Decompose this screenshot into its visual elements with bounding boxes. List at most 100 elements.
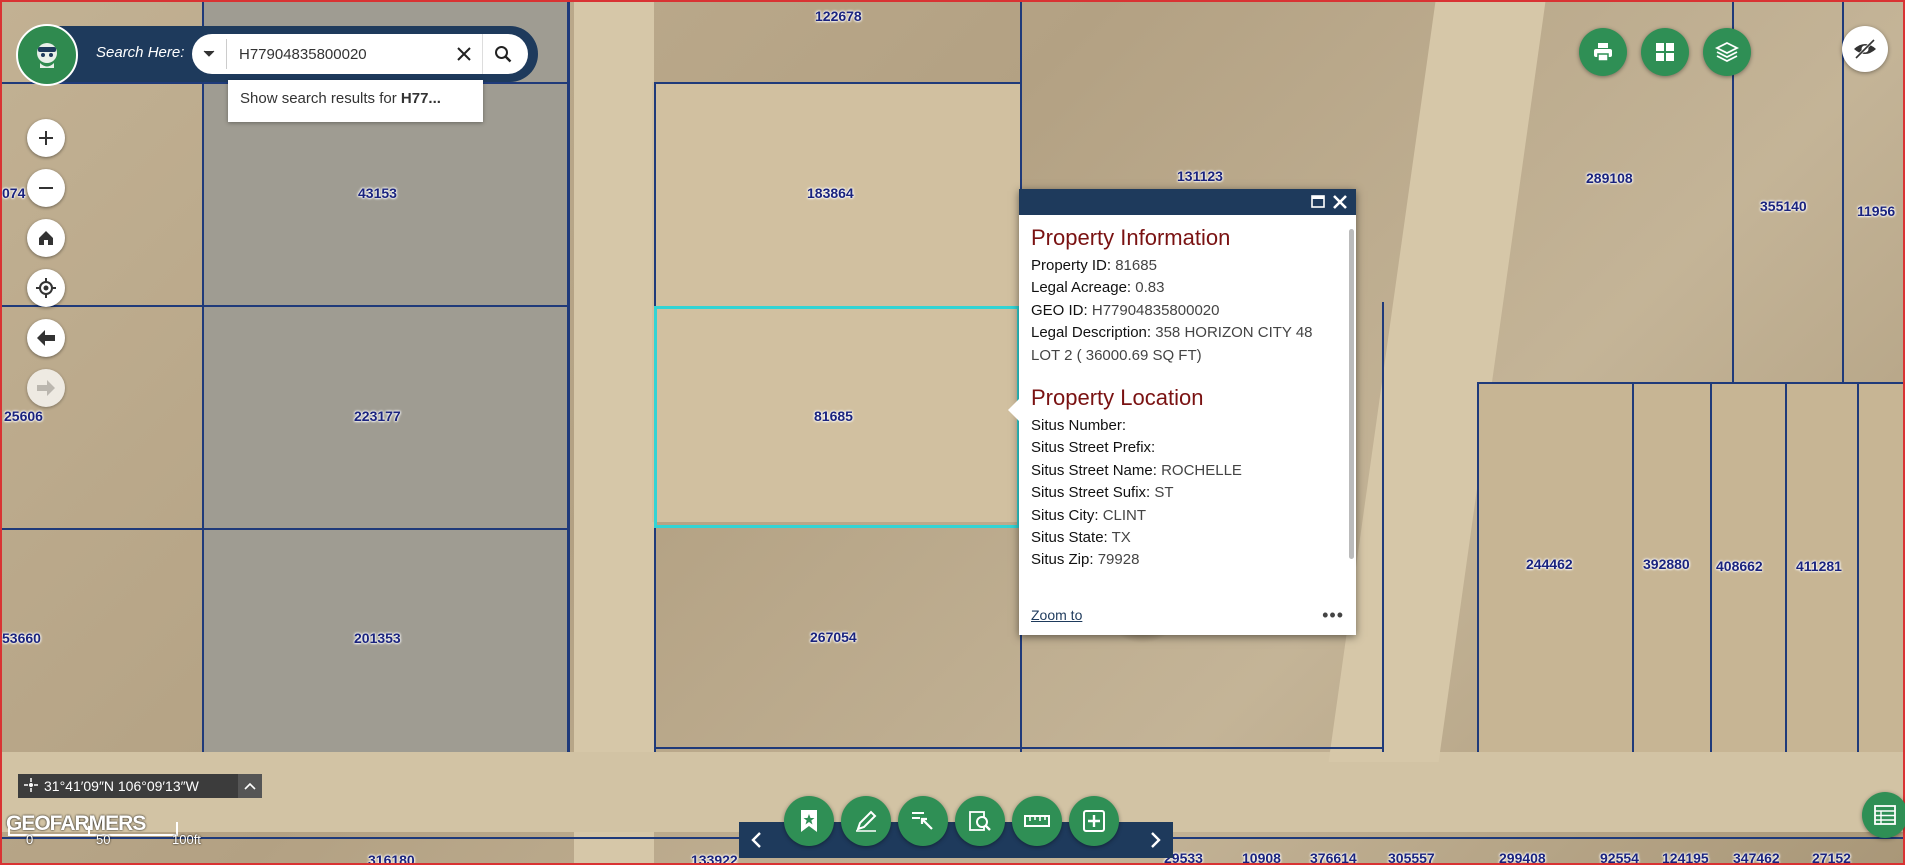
row-key: GEO ID: xyxy=(1031,301,1088,319)
parcel-boundary xyxy=(1477,382,1903,384)
parcel-label[interactable]: 355140 xyxy=(1760,198,1807,214)
parcel-boundary xyxy=(567,2,570,752)
home-icon xyxy=(39,231,53,245)
toolbar-next-button[interactable] xyxy=(1141,824,1171,856)
parcel-label[interactable]: 411281 xyxy=(1796,558,1842,574)
parcel-label[interactable]: 11956 xyxy=(1857,203,1895,219)
row-value: 0.83 xyxy=(1135,279,1165,297)
row-value: TX xyxy=(1111,529,1131,547)
toolbar-prev-button[interactable] xyxy=(741,824,771,856)
print-button[interactable] xyxy=(1579,28,1627,76)
parcel-label[interactable]: 392880 xyxy=(1643,556,1690,572)
parcel-label[interactable]: 81685 xyxy=(814,408,853,424)
print-icon xyxy=(1594,43,1612,62)
close-icon xyxy=(1333,195,1347,209)
chevron-left-icon xyxy=(751,832,761,848)
popup-scrollbar[interactable] xyxy=(1349,229,1354,559)
location-row: Situs Street Prefix: xyxy=(1031,437,1331,459)
measure-tool[interactable] xyxy=(1012,796,1062,846)
parcel-label[interactable]: 43153 xyxy=(358,185,397,201)
parcel-label[interactable]: 408662 xyxy=(1716,558,1763,574)
basemap-gallery-button[interactable] xyxy=(1641,28,1689,76)
row-value: 79928 xyxy=(1097,551,1140,569)
location-row: Situs Number: xyxy=(1031,415,1331,437)
parcel-label[interactable]: 25606 xyxy=(4,408,43,424)
arrow-right-icon xyxy=(37,380,55,396)
draw-tool[interactable] xyxy=(841,796,891,846)
next-extent-button[interactable] xyxy=(27,369,65,407)
popup-content: Property Information Property ID: 81685 … xyxy=(1031,225,1331,572)
parcel-label[interactable]: 124195 xyxy=(1662,850,1709,863)
pencil-icon xyxy=(856,810,877,832)
crosshair-icon[interactable] xyxy=(18,777,44,795)
suggestion-prefix: Show search results for xyxy=(240,90,401,107)
zoom-to-link[interactable]: Zoom to xyxy=(1031,607,1082,623)
clear-search-button[interactable] xyxy=(446,34,482,74)
info-row: Legal Description: 358 HORIZON CITY 48 L… xyxy=(1031,322,1331,367)
hide-widgets-button[interactable] xyxy=(1842,26,1888,72)
row-key: Situs City: xyxy=(1031,506,1099,524)
popup-pointer xyxy=(1008,399,1019,421)
layers-icon xyxy=(1715,41,1739,63)
bookmarks-tool[interactable] xyxy=(784,796,834,846)
row-key: Situs Number: xyxy=(1031,417,1127,435)
close-popup-button[interactable] xyxy=(1330,192,1350,212)
add-data-tool[interactable] xyxy=(1069,796,1119,846)
scale-label-mid: 50 xyxy=(96,832,111,847)
expand-coords-button[interactable] xyxy=(238,774,262,798)
row-value: H77904835800020 xyxy=(1091,301,1220,319)
zoom-in-button[interactable] xyxy=(27,119,65,157)
zoom-out-button[interactable] xyxy=(27,169,65,207)
scale-bar xyxy=(8,822,178,836)
query-tool[interactable] xyxy=(955,796,1005,846)
parcel-label[interactable]: 27152 xyxy=(1812,850,1851,863)
maximize-button[interactable] xyxy=(1310,194,1326,210)
road xyxy=(2,752,1903,832)
previous-extent-button[interactable] xyxy=(27,319,65,357)
home-button[interactable] xyxy=(27,219,65,257)
search-input[interactable] xyxy=(226,39,446,69)
parcel-label[interactable]: 074 xyxy=(2,185,25,201)
parcel-label[interactable]: 299408 xyxy=(1499,850,1546,863)
parcel-label[interactable]: 289108 xyxy=(1586,170,1633,186)
parcel-label[interactable]: 122678 xyxy=(815,8,862,24)
info-row: GEO ID: H77904835800020 xyxy=(1031,300,1331,322)
parcel-label[interactable]: 267054 xyxy=(810,629,857,645)
attribute-table-button[interactable] xyxy=(1862,792,1905,838)
parcel-boundary xyxy=(654,82,1020,84)
scale-label-end: 100ft xyxy=(172,832,201,847)
app-logo[interactable] xyxy=(16,24,78,86)
parcel-label[interactable]: 223177 xyxy=(354,408,401,424)
row-key: Legal Acreage: xyxy=(1031,279,1132,297)
parcel-label[interactable]: 305557 xyxy=(1388,850,1435,863)
layers-button[interactable] xyxy=(1703,28,1751,76)
search-box xyxy=(192,34,528,74)
parcel-label[interactable]: 131123 xyxy=(1177,168,1223,184)
parcel-label[interactable]: 316180 xyxy=(368,852,415,863)
parcel-label[interactable]: 53660 xyxy=(2,630,41,646)
search-suggestion[interactable]: Show search results for H77... xyxy=(228,80,483,122)
add-data-icon xyxy=(1083,810,1105,832)
more-actions-button[interactable]: ••• xyxy=(1322,605,1344,626)
map-canvas[interactable]: 122678 183864 131123 289108 355140 11956… xyxy=(0,0,1905,865)
chevron-right-icon xyxy=(1151,832,1161,848)
search-button[interactable] xyxy=(482,34,522,74)
parcel-label[interactable]: 133922 xyxy=(691,852,738,863)
search-source-dropdown[interactable] xyxy=(192,34,226,74)
parcel-label[interactable]: 347462 xyxy=(1733,850,1780,863)
parcel-label[interactable]: 201353 xyxy=(354,630,401,646)
parcel-label[interactable]: 183864 xyxy=(807,185,854,201)
parcel-label[interactable]: 244462 xyxy=(1526,556,1573,572)
parcel-label[interactable]: 92554 xyxy=(1600,850,1639,863)
parcel-label[interactable]: 10908 xyxy=(1242,850,1281,863)
identify-tool[interactable] xyxy=(898,796,948,846)
search-label: Search Here: xyxy=(96,44,185,61)
row-key: Situs Zip: xyxy=(1031,551,1094,569)
parcel-boundary xyxy=(2,528,567,530)
road xyxy=(574,2,654,863)
locate-button[interactable] xyxy=(27,269,65,307)
location-row: Situs Street Name: ROCHELLE xyxy=(1031,460,1331,482)
parcel-label[interactable]: 376614 xyxy=(1310,850,1357,863)
row-key: Situs State: xyxy=(1031,529,1108,547)
plus-icon xyxy=(39,131,53,145)
